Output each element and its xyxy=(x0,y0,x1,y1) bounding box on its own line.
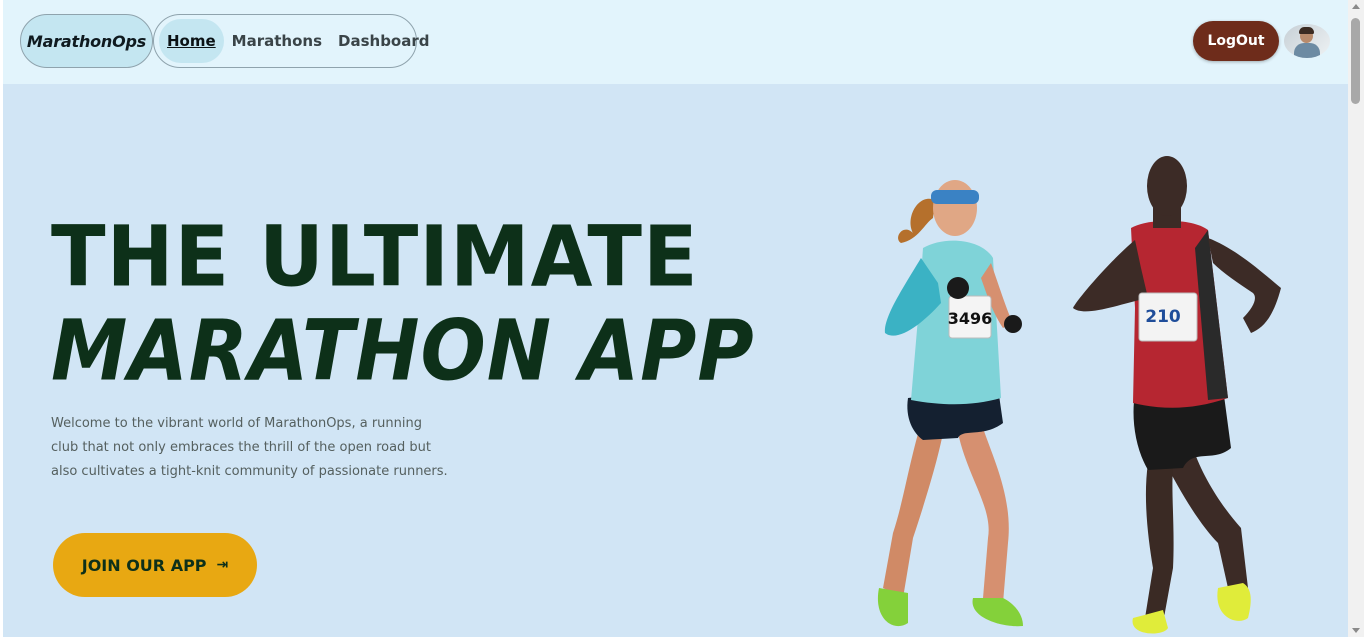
navbar: MarathonOps Home Marathons Dashboard Log… xyxy=(3,0,1348,84)
user-avatar[interactable] xyxy=(1284,24,1330,58)
hero-title-line1: THE ULTIMATE xyxy=(51,207,699,306)
brand-logo[interactable]: MarathonOps xyxy=(20,14,153,68)
nav-links: Home Marathons Dashboard xyxy=(153,14,430,68)
runners-image: 3496 210 xyxy=(877,156,1281,634)
hero-title-line2: MARATHON APP xyxy=(51,301,755,400)
avatar-body xyxy=(1294,43,1320,58)
male-runner: 210 xyxy=(1073,156,1281,634)
scroll-thumb[interactable] xyxy=(1351,18,1360,104)
bib-number-right: 210 xyxy=(1145,307,1181,327)
hero-description: Welcome to the vibrant world of Marathon… xyxy=(51,416,448,479)
join-app-label: JOIN OUR APP xyxy=(81,555,207,575)
nav-link-marathons[interactable]: Marathons xyxy=(224,19,330,63)
scrollbar[interactable] xyxy=(1348,0,1364,637)
scroll-down-arrow-icon[interactable] xyxy=(1352,628,1360,633)
avatar-hair xyxy=(1299,27,1314,34)
brand-name: MarathonOps xyxy=(26,31,147,51)
bib-number-left: 3496 xyxy=(948,309,993,328)
arrow-right-to-bar-icon: ⇥ xyxy=(216,557,229,573)
nav-link-home[interactable]: Home xyxy=(159,19,224,63)
join-app-button[interactable]: JOIN OUR APP ⇥ xyxy=(53,533,257,597)
female-runner: 3496 xyxy=(877,180,1023,627)
nav-link-dashboard[interactable]: Dashboard xyxy=(330,19,437,63)
logout-button[interactable]: LogOut xyxy=(1193,21,1279,61)
hero-section: THE ULTIMATE MARATHON APP Welcome to the… xyxy=(3,84,1348,637)
page: MarathonOps Home Marathons Dashboard Log… xyxy=(3,0,1348,637)
scroll-up-arrow-icon[interactable] xyxy=(1352,4,1360,9)
